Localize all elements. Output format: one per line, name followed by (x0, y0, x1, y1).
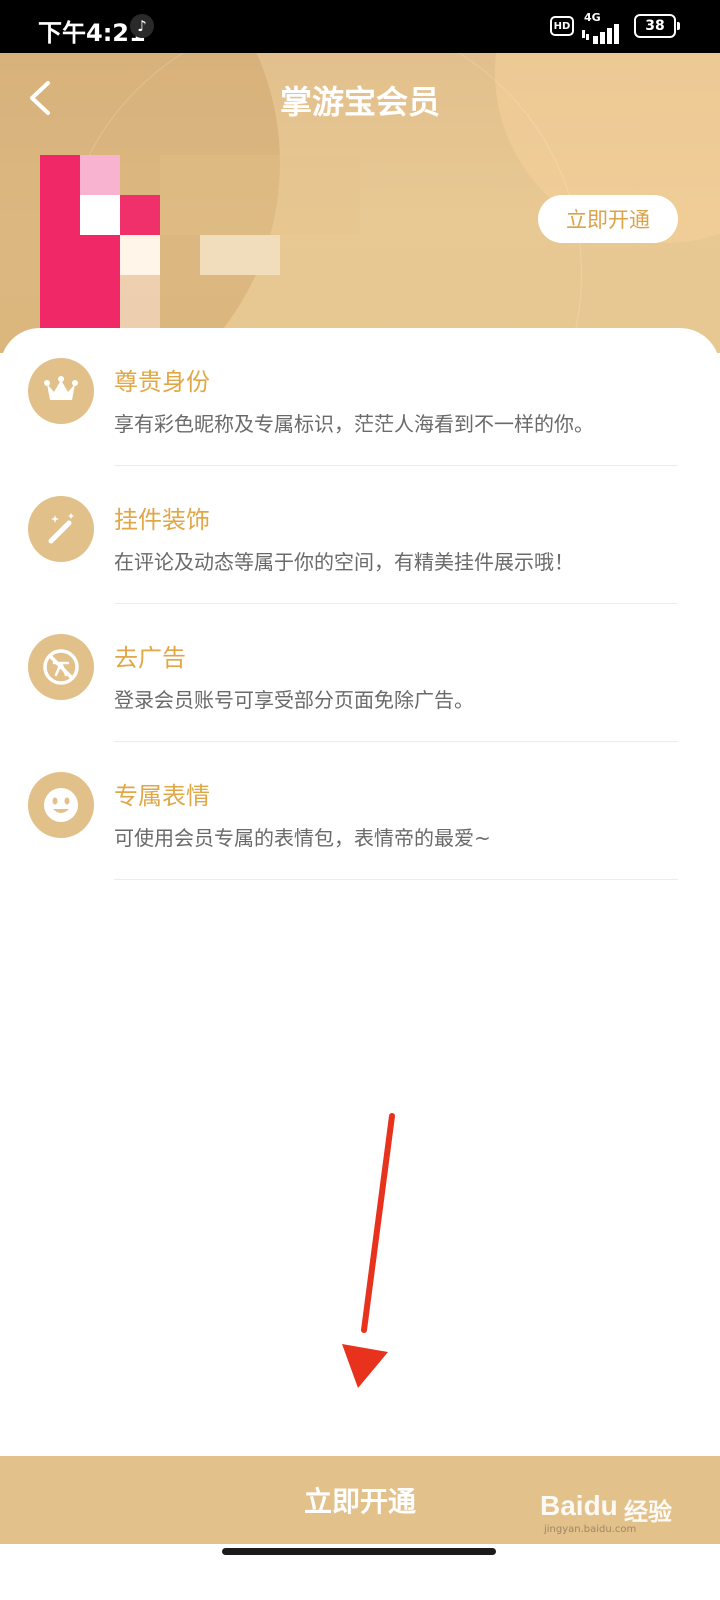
network-type: 4G (584, 11, 601, 24)
benefit-title: 去广告 (114, 644, 186, 672)
benefit-item: 尊贵身份 享有彩色昵称及专属标识，茫茫人海看到不一样的你。 (0, 328, 720, 466)
benefit-description: 登录会员账号可享受部分页面免除广告。 (114, 688, 474, 712)
benefit-title: 挂件装饰 (114, 506, 210, 534)
watermark-suffix: 经验 (624, 1498, 672, 1526)
battery-icon: 38 (634, 14, 680, 38)
divider (114, 879, 678, 880)
benefit-description: 在评论及动态等属于你的空间，有精美挂件展示哦！ (114, 550, 574, 574)
hd-icon: HD (550, 16, 574, 36)
home-indicator[interactable] (222, 1548, 496, 1555)
watermark-brand: Baidu (540, 1490, 618, 1521)
watermark-url: jingyan.baidu.com (544, 1524, 637, 1535)
page-title: 掌游宝会员 (279, 83, 440, 121)
arrow-down-icon (342, 1113, 395, 1388)
benefit-title: 专属表情 (114, 782, 210, 810)
no-ads-icon (28, 634, 94, 700)
crown-icon (28, 358, 94, 424)
benefit-item: 挂件装饰 在评论及动态等属于你的空间，有精美挂件展示哦！ (0, 466, 720, 604)
benefit-description: 可使用会员专属的表情包，表情帝的最爱~ (114, 826, 491, 850)
avatar (40, 155, 360, 335)
magic-wand-icon (28, 496, 94, 562)
status-time: 下午4:21 (38, 19, 146, 47)
header: 掌游宝会员 立即开通 (0, 53, 720, 353)
benefit-item: 去广告 登录会员账号可享受部分页面免除广告。 (0, 604, 720, 742)
benefit-title: 尊贵身份 (114, 368, 210, 396)
tiktok-notification-icon: ♪ (130, 14, 154, 38)
activate-button-top[interactable]: 立即开通 (538, 195, 678, 243)
signal-icon (582, 24, 619, 44)
status-bar: 下午4:21 ♪ HD 4G 38 (0, 0, 720, 53)
baidu-watermark: Baidu 经验 jingyan.baidu.com (540, 1490, 690, 1540)
smiley-icon (28, 772, 94, 838)
benefit-item: 专属表情 可使用会员专属的表情包，表情帝的最爱~ (0, 742, 720, 880)
benefit-description: 享有彩色昵称及专属标识，茫茫人海看到不一样的你。 (114, 412, 594, 436)
